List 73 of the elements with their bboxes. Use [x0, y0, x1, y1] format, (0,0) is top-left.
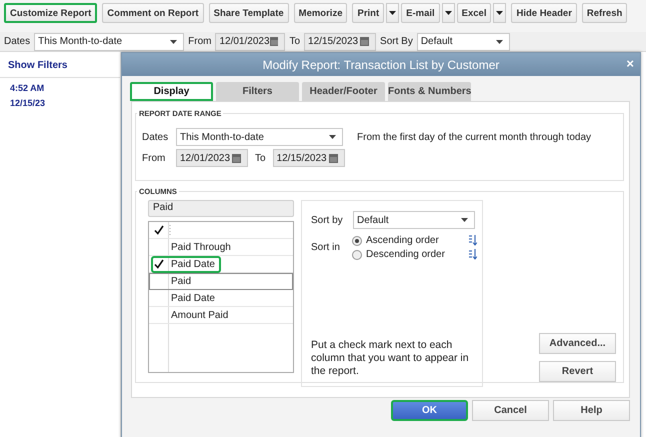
toolbar-button[interactable]: Refresh — [582, 3, 628, 23]
sort-by-dropdown[interactable]: Default — [416, 32, 510, 50]
caret-icon — [389, 11, 396, 15]
radio-label: Ascending order — [366, 235, 440, 246]
show-filters-link[interactable]: Show Filters — [8, 60, 68, 71]
toolbar-button[interactable]: Excel — [456, 3, 492, 23]
dropdown-button[interactable] — [442, 3, 455, 23]
to-date-field[interactable]: 12/15/2023 — [272, 149, 345, 167]
dialog-button[interactable]: Help — [553, 400, 630, 421]
caret-icon — [461, 218, 468, 222]
tab[interactable]: Filters — [216, 82, 299, 101]
list-item[interactable]: Paid Date — [149, 256, 293, 273]
tab[interactable]: Fonts & Numbers — [388, 82, 471, 101]
toolbar-button[interactable]: Memorize — [294, 3, 348, 23]
list-item-label: Paid Through — [171, 242, 231, 252]
check-column-icon — [154, 225, 164, 235]
sort-icon — [468, 235, 477, 246]
dropdown-button[interactable] — [493, 3, 506, 23]
radio-label: Descending order — [366, 249, 446, 260]
radio-button[interactable] — [352, 236, 362, 246]
list-item[interactable]: Paid Date — [149, 290, 293, 307]
sort-icon — [468, 249, 477, 260]
list-item[interactable]: Amount Paid — [149, 307, 293, 324]
from-label: From — [188, 36, 212, 47]
sort-by-label: Sort By — [380, 36, 413, 47]
tab[interactable]: Header/Footer — [302, 82, 385, 101]
window-title: Modify Report: Transaction List by Customer — [262, 58, 500, 72]
toolbar-button[interactable]: E-mail — [401, 3, 440, 23]
dates-label: Dates — [4, 36, 30, 47]
radio-button[interactable] — [352, 250, 362, 260]
instruction-text: Put a check mark next to each column that you want to appear in the report. — [311, 339, 470, 378]
from-date-field[interactable]: 12/01/2023 — [215, 32, 286, 50]
date-range-description: From the first day of the current month through today — [357, 132, 592, 142]
caret-icon — [170, 40, 178, 44]
toolbar-button[interactable]: Share Template — [208, 3, 289, 23]
sort-in-label: Sort in — [311, 242, 341, 253]
calendar-icon — [328, 154, 338, 162]
to-label: To — [289, 36, 300, 47]
caret-icon — [329, 135, 336, 139]
caret-icon — [444, 11, 452, 15]
calendar-icon — [232, 154, 241, 162]
list-item[interactable]: Paid — [149, 273, 293, 290]
calendar-icon — [270, 37, 278, 46]
toolbar-button[interactable]: Print — [352, 3, 384, 23]
toolbar-button[interactable]: Hide Header — [511, 3, 577, 23]
calendar-icon — [360, 37, 370, 46]
list-item-label: Paid Date — [171, 292, 215, 304]
advanced-button[interactable]: Advanced... — [539, 333, 616, 354]
dialog-button[interactable]: OK — [391, 400, 468, 421]
dates-dropdown[interactable]: This Month-to-date — [176, 128, 343, 146]
dialog-button[interactable]: Cancel — [472, 400, 549, 421]
list-item-label: Paid Date — [171, 258, 215, 270]
from-date-field[interactable]: 12/01/2023 — [176, 149, 248, 167]
revert-button[interactable]: Revert — [539, 361, 616, 382]
list-item-label: Amount Paid — [171, 310, 228, 320]
dates-label: Dates — [142, 132, 170, 142]
list-item[interactable]: Paid Through — [149, 239, 293, 256]
sort-by-dropdown[interactable]: Default — [353, 211, 475, 229]
caret-icon — [496, 11, 504, 15]
caret-icon — [496, 40, 503, 44]
toolbar-button[interactable]: Customize Report — [4, 3, 98, 23]
dropdown-button[interactable] — [386, 3, 400, 23]
search-field[interactable]: Paid — [148, 200, 294, 217]
report-time: 4:52 AM — [10, 83, 44, 93]
sort-by-label: Sort by — [311, 214, 344, 226]
toolbar-button[interactable]: Comment on Report — [102, 3, 204, 23]
from-label: From — [142, 152, 166, 164]
to-date-field[interactable]: 12/15/2023 — [304, 32, 376, 50]
to-label: To — [255, 152, 266, 164]
list-item-label: Paid — [171, 276, 192, 286]
dates-dropdown[interactable]: This Month-to-date — [34, 32, 184, 50]
report-date: 12/15/23 — [10, 98, 46, 108]
tab[interactable]: Display — [130, 82, 213, 101]
